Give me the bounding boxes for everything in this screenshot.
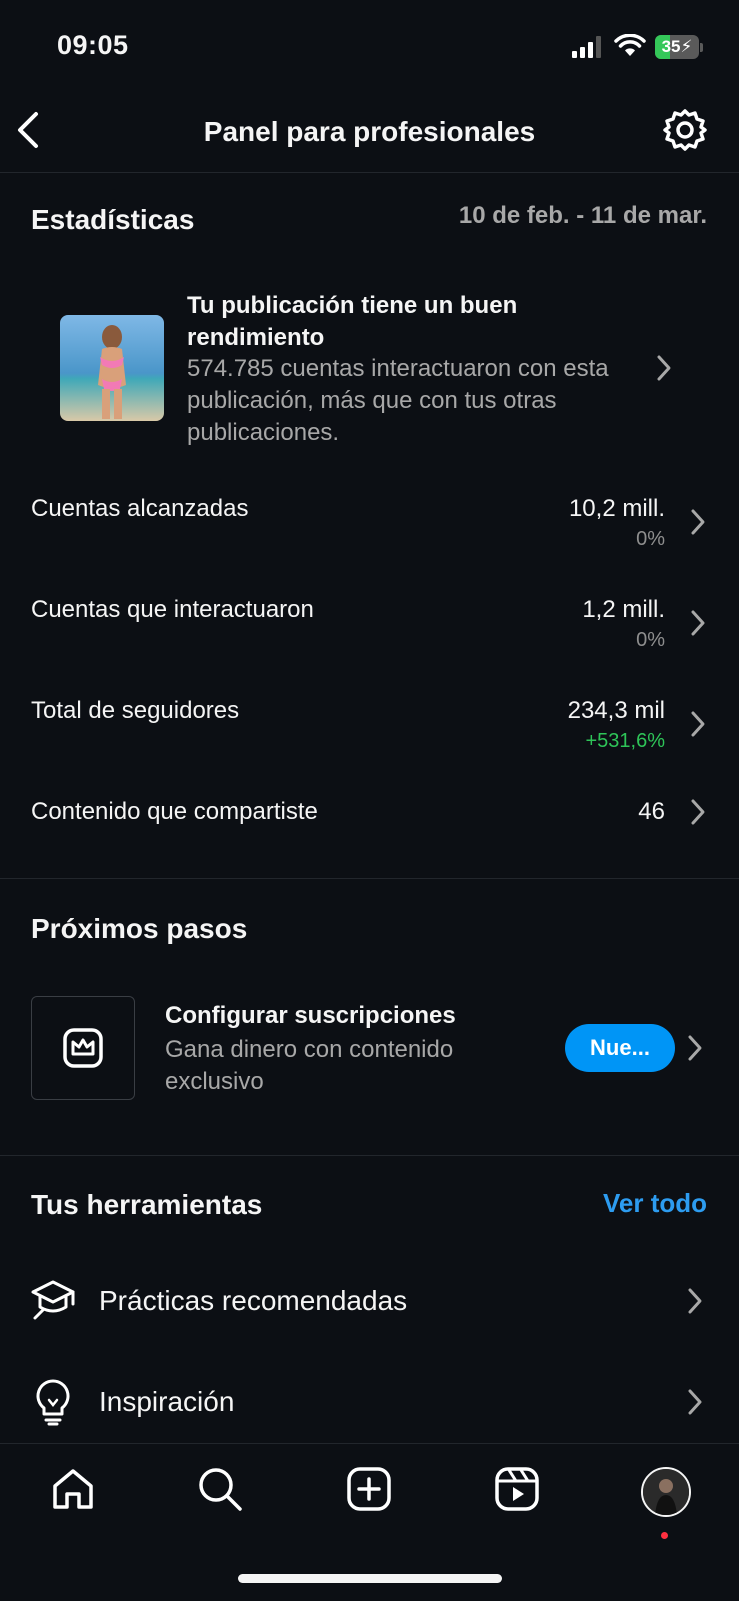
battery-tip [700, 43, 703, 52]
stat-label-engaged[interactable]: Cuentas que interactuaron [31, 596, 314, 624]
create-icon[interactable] [346, 1466, 392, 1512]
cellular-signal-icon [572, 36, 601, 58]
stats-heading: Estadísticas [31, 204, 195, 235]
lightbulb-icon [36, 1379, 70, 1426]
post-title: Tu publicación tiene un buen rendimiento [187, 292, 518, 351]
new-badge-button[interactable]: Nue... [565, 1024, 675, 1072]
tool-inspiration[interactable]: Inspiración [99, 1386, 234, 1418]
chevron-right-icon[interactable] [686, 1034, 704, 1062]
stat-change-reach: 0% [636, 528, 665, 550]
wifi-icon [614, 34, 646, 56]
stat-label-reach[interactable]: Cuentas alcanzadas [31, 495, 248, 523]
header-divider [0, 172, 739, 173]
stat-value-engaged: 1,2 mill. [582, 596, 665, 623]
page-title: Panel para profesionales [203, 116, 536, 147]
stat-value-reach: 10,2 mill. [568, 495, 665, 522]
date-range[interactable]: 10 de feb. - 11 de mar. [459, 202, 707, 230]
stat-label-shared[interactable]: Contenido que compartiste [31, 798, 318, 826]
crown-icon [63, 1028, 103, 1068]
search-icon[interactable] [197, 1466, 243, 1512]
profile-avatar[interactable] [641, 1467, 691, 1517]
subscription-icon-box [31, 996, 135, 1100]
notification-dot [661, 1532, 668, 1539]
chevron-right-icon[interactable] [686, 1287, 704, 1315]
home-icon[interactable] [50, 1466, 96, 1512]
battery-level: 35 [661, 37, 681, 56]
status-time: 09:05 [57, 30, 129, 60]
stat-value-followers: 234,3 mil [567, 697, 665, 724]
chevron-right-icon[interactable] [689, 609, 707, 637]
post-thumbnail[interactable] [60, 315, 164, 421]
subscriptions-description: Gana dinero con contenido exclusivo [165, 1036, 454, 1095]
stat-label-followers[interactable]: Total de seguidores [31, 697, 239, 725]
stat-change-followers: +531,6% [585, 730, 665, 752]
home-indicator [238, 1574, 502, 1583]
section-divider [0, 1155, 739, 1156]
battery-icon: 35⚡ [655, 35, 699, 59]
see-all-link[interactable]: Ver todo [603, 1188, 707, 1219]
chevron-right-icon[interactable] [655, 354, 673, 382]
stat-value-shared: 46 [638, 798, 665, 825]
reels-icon[interactable] [494, 1466, 540, 1512]
graduation-cap-icon [31, 1280, 75, 1320]
post-description: 574.785 cuentas interactuaron con esta p… [187, 355, 609, 446]
chevron-right-icon[interactable] [689, 508, 707, 536]
stat-change-engaged: 0% [636, 629, 665, 651]
next-steps-heading: Próximos pasos [31, 913, 248, 944]
charging-bolt: ⚡ [680, 37, 693, 56]
section-divider [0, 878, 739, 879]
chevron-right-icon[interactable] [689, 710, 707, 738]
chevron-right-icon[interactable] [689, 798, 707, 826]
tools-heading: Tus herramientas [31, 1189, 263, 1220]
chevron-right-icon[interactable] [686, 1388, 704, 1416]
tool-best-practices[interactable]: Prácticas recomendadas [99, 1285, 407, 1317]
subscriptions-title[interactable]: Configurar suscripciones [165, 1002, 456, 1030]
gear-icon[interactable] [663, 108, 707, 152]
